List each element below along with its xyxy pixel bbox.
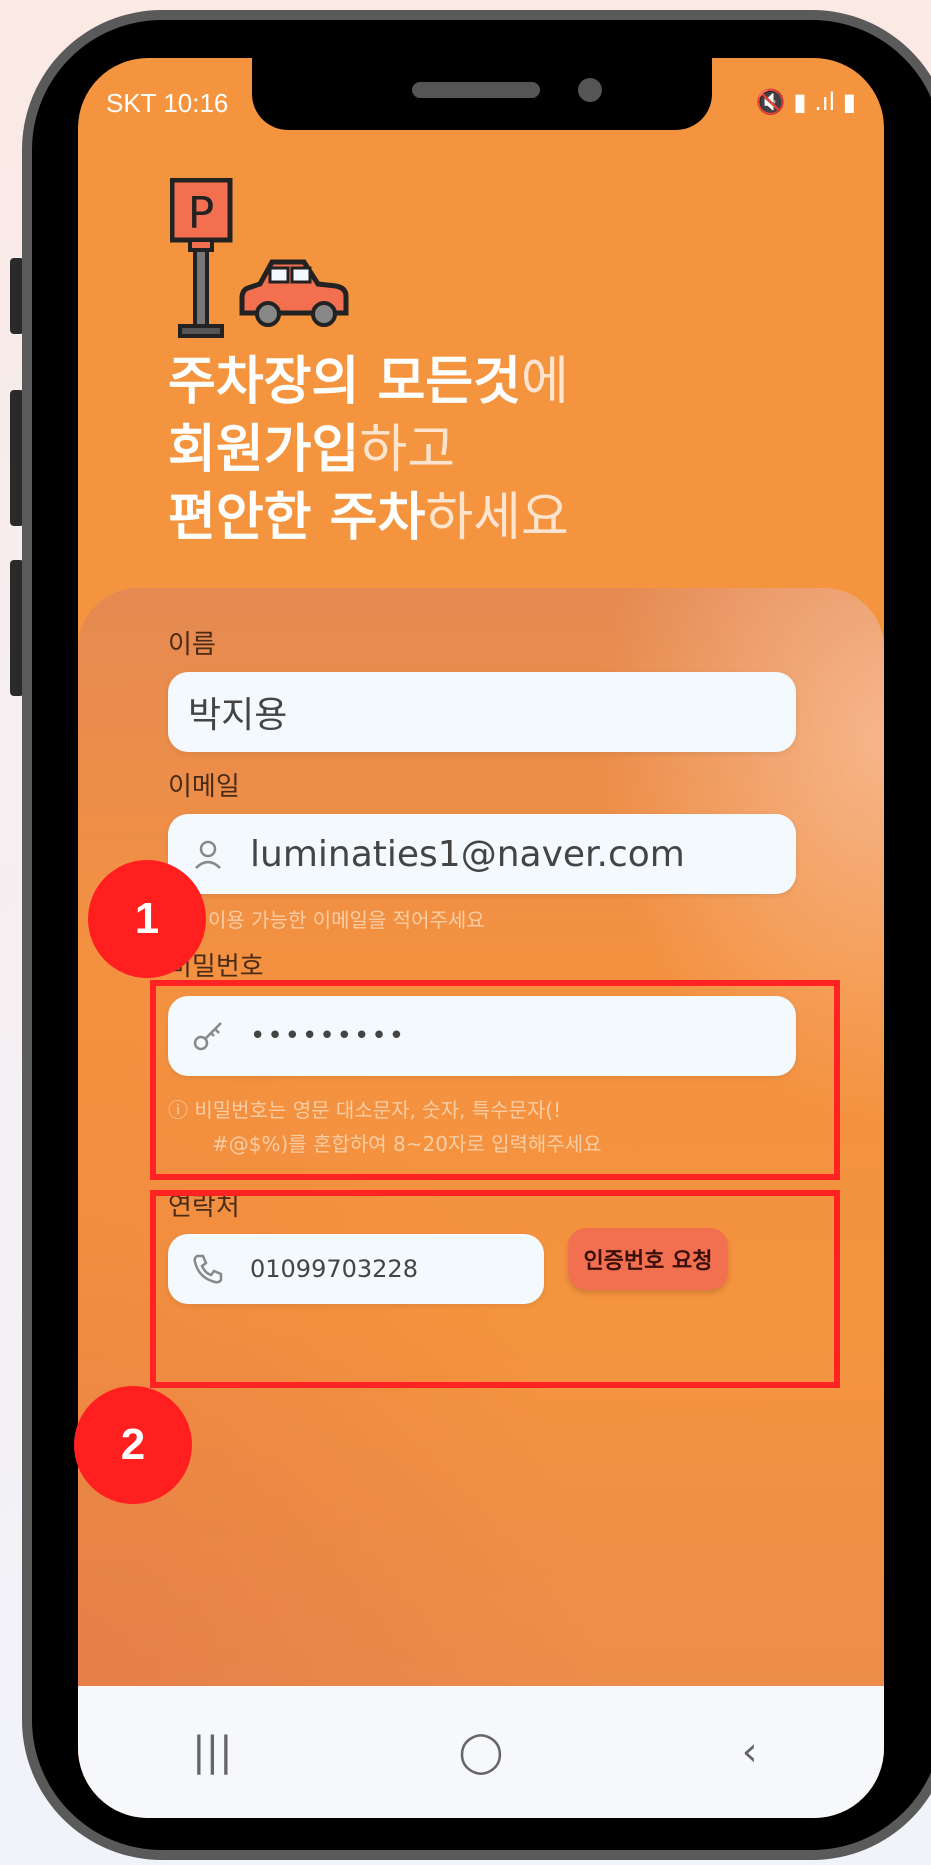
headline-line3-bold: 편안한 주차 [168,488,426,548]
highlight-box-phone [150,1190,840,1388]
back-button[interactable]: ‹ [710,1729,790,1775]
email-hint: 이용 가능한 이메일을 적어주세요 [208,908,485,932]
annotation-badge-1: 1 [88,860,206,978]
android-nav-bar: ||| ◯ ‹ [78,1686,884,1818]
email-field[interactable]: luminaties1@naver.com [168,814,796,894]
headline-line1-bold: 주차장의 모든것 [168,352,521,412]
status-icons: 🔇 ▮ .ıl ▮ [755,88,856,116]
speaker-grille [412,82,540,98]
email-label: 이메일 [168,772,240,802]
home-button[interactable]: ◯ [441,1729,521,1775]
name-label: 이름 [168,630,216,660]
name-value: 박지용 [188,695,288,736]
camera-notch [252,58,712,130]
headline-line2-bold: 회원가입 [168,420,360,480]
parking-logo-icon: P [170,178,349,338]
email-value: luminaties1@naver.com [250,833,685,875]
user-icon [188,834,228,874]
name-field[interactable]: 박지용 [168,672,796,752]
headline: 주차장의 모든것에 회원가입하고 편안한 주차하세요 [168,348,569,552]
recent-apps-button[interactable]: ||| [172,1729,252,1775]
highlight-box-password [150,980,840,1180]
headline-line3-light: 하세요 [425,488,569,548]
svg-text:P: P [188,188,215,239]
headline-line1-light: 에 [520,352,569,412]
annotation-badge-2: 2 [74,1386,192,1504]
front-camera [578,78,602,102]
status-carrier-time: SKT 10:16 [106,88,229,118]
headline-line2-light: 하고 [359,420,456,480]
